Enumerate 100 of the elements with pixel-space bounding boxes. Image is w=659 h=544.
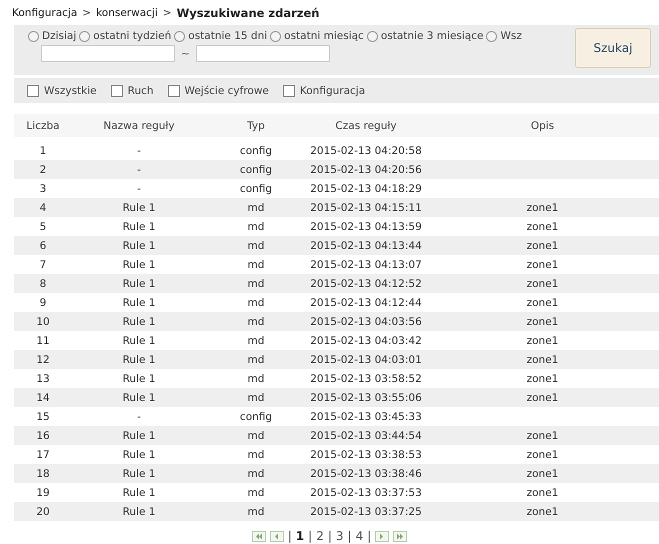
table-cell: 8 xyxy=(40,278,46,290)
table-cell: Rule 1 xyxy=(122,334,156,346)
breadcrumb-link[interactable]: Konfiguracja xyxy=(12,7,78,19)
next-page-button[interactable] xyxy=(375,530,390,542)
table-cell: zone1 xyxy=(526,278,558,290)
page-separator: | xyxy=(348,529,352,543)
table-cell: zone1 xyxy=(526,296,558,308)
page-separator: | xyxy=(367,529,372,543)
table-cell: Rule 1 xyxy=(122,258,156,270)
last-page-button[interactable] xyxy=(393,530,408,542)
column-header: Opis xyxy=(426,114,659,137)
start-date-field[interactable] xyxy=(41,45,175,62)
table-cell: 17 xyxy=(36,448,50,460)
page-link[interactable]: 3 xyxy=(336,529,344,543)
table-cell: config xyxy=(240,164,272,176)
table-cell: 2015-02-13 03:44:54 xyxy=(310,430,422,442)
radio-button[interactable] xyxy=(174,30,186,42)
table-cell: 2015-02-13 03:45:33 xyxy=(310,410,422,422)
radio-button[interactable] xyxy=(270,30,282,42)
table-cell: md xyxy=(248,448,264,460)
first-page-button[interactable] xyxy=(252,530,266,542)
radio-button[interactable] xyxy=(79,30,90,42)
table-cell: 20 xyxy=(36,506,50,518)
table-cell: Rule 1 xyxy=(122,468,156,480)
table-cell: zone1 xyxy=(526,258,558,270)
table-cell: Rule 1 xyxy=(122,278,156,290)
page-link[interactable]: 1 xyxy=(296,529,304,543)
table-cell: zone1 xyxy=(526,430,558,442)
table-cell: config xyxy=(240,182,272,194)
breadcrumb-separator: > xyxy=(162,7,173,19)
table-cell: - xyxy=(137,410,141,422)
table-cell: 6 xyxy=(40,240,46,252)
checkbox[interactable] xyxy=(27,84,39,96)
page-separator: | xyxy=(308,529,312,543)
table-cell: md xyxy=(248,468,264,480)
table-cell: zone1 xyxy=(526,372,558,384)
checkbox-label: Konfiguracja xyxy=(300,84,366,96)
table-cell: Rule 1 xyxy=(122,430,156,442)
table-cell: md xyxy=(248,334,264,346)
table-cell: 4 xyxy=(40,202,46,214)
page-link[interactable]: 4 xyxy=(356,529,364,543)
table-cell: config xyxy=(240,144,272,156)
radio-button[interactable] xyxy=(366,30,378,42)
table-cell: 2015-02-13 03:37:25 xyxy=(310,506,422,518)
table-cell: 2015-02-13 03:58:52 xyxy=(310,372,422,384)
table-cell: 2015-02-13 04:20:56 xyxy=(310,164,422,176)
table-cell: 7 xyxy=(40,258,46,270)
checkbox-label: Ruch xyxy=(128,84,154,96)
radio-button[interactable] xyxy=(28,30,39,42)
checkbox[interactable] xyxy=(282,84,295,96)
checkbox[interactable] xyxy=(168,84,180,96)
table-cell: 3 xyxy=(40,182,46,194)
prev-page-button[interactable] xyxy=(270,530,284,542)
table-cell: 9 xyxy=(40,296,46,308)
table-cell: Rule 1 xyxy=(122,354,156,366)
checkbox[interactable] xyxy=(110,84,123,96)
table-cell: zone1 xyxy=(526,354,558,366)
table-cell: md xyxy=(248,506,264,518)
table-cell: md xyxy=(248,278,264,290)
table-cell: zone1 xyxy=(526,220,558,232)
radio-label: Dzisiaj xyxy=(42,30,76,42)
table-cell: 15 xyxy=(36,410,50,422)
checkbox-label: Wejście cyfrowe xyxy=(184,84,269,96)
radio-button[interactable] xyxy=(486,30,498,42)
table-cell: Rule 1 xyxy=(122,202,156,214)
radio-label: ostatni miesiąc xyxy=(284,30,364,42)
table-cell: 2015-02-13 03:37:53 xyxy=(310,486,422,498)
table-cell: Rule 1 xyxy=(122,316,156,328)
table-cell: md xyxy=(248,220,264,232)
table-cell: 13 xyxy=(36,372,50,384)
table-cell: 19 xyxy=(36,486,50,498)
table-cell: Rule 1 xyxy=(122,372,156,384)
radio-label: Wsz xyxy=(500,30,522,42)
table-cell: 2015-02-13 04:18:29 xyxy=(310,182,422,194)
table-cell: md xyxy=(248,372,264,384)
table-cell: zone1 xyxy=(526,448,558,460)
table-cell: config xyxy=(240,410,272,422)
page-title: Wyszukiwane zdarzeń xyxy=(176,6,320,20)
table-cell: md xyxy=(248,392,264,404)
end-date-field[interactable] xyxy=(196,45,330,62)
checkbox-label: Wszystkie xyxy=(44,84,97,96)
page-link[interactable]: 2 xyxy=(316,529,324,543)
table-cell: 16 xyxy=(36,430,50,442)
table-cell: Rule 1 xyxy=(122,220,156,232)
table-cell: 2015-02-13 04:13:44 xyxy=(310,240,422,252)
breadcrumb-separator: > xyxy=(81,7,92,19)
table-cell: 2015-02-13 04:12:52 xyxy=(310,278,422,290)
breadcrumb-link[interactable]: konserwacji xyxy=(96,7,158,19)
table-cell: zone1 xyxy=(526,392,558,404)
table-cell: 2015-02-13 04:20:58 xyxy=(310,144,422,156)
table-cell: 10 xyxy=(36,316,50,328)
search-button[interactable]: Szukaj xyxy=(575,28,651,68)
table-cell: md xyxy=(248,486,264,498)
table-cell: Rule 1 xyxy=(122,506,156,518)
radio-label: ostatnie 3 miesiące xyxy=(380,30,484,42)
table-cell: 5 xyxy=(40,220,46,232)
table-cell: - xyxy=(137,144,141,156)
table-cell: zone1 xyxy=(526,468,558,480)
table-cell: Rule 1 xyxy=(122,392,156,404)
table-cell: zone1 xyxy=(526,334,558,346)
